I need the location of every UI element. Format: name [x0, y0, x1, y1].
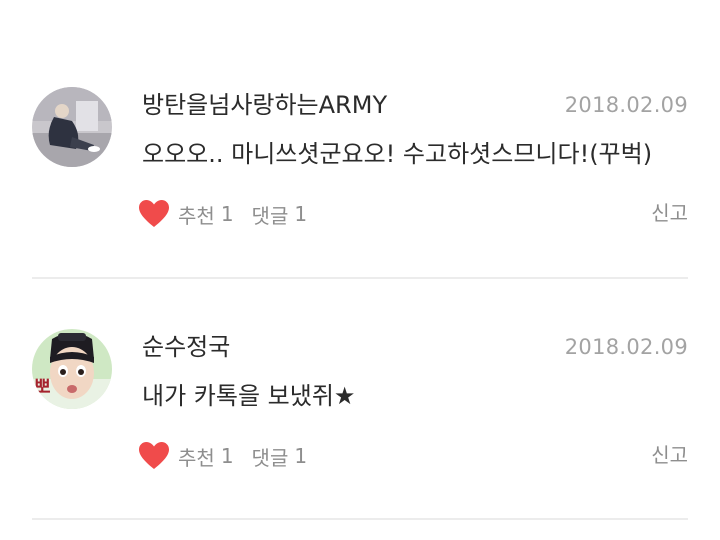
heart-icon[interactable] — [138, 441, 170, 471]
comment-date: 2018.02.09 — [564, 335, 688, 359]
avatar-photo — [32, 87, 112, 167]
comment-date: 2018.02.09 — [564, 93, 688, 117]
divider — [32, 518, 688, 520]
avatar[interactable] — [32, 87, 112, 167]
report-button[interactable]: 신고 — [651, 440, 688, 470]
recommend-label[interactable]: 추천 — [178, 442, 215, 471]
reply-count: 1 — [294, 202, 308, 226]
report-button[interactable]: 신고 — [651, 198, 688, 228]
recommend-count: 1 — [220, 202, 234, 226]
comment-text: 오오오.. 마니쓰셧군요오! 수고하셧스므니다!(꾸벅) — [142, 140, 653, 168]
recommend-count: 1 — [220, 444, 234, 468]
heart-icon[interactable] — [138, 199, 170, 229]
divider — [32, 277, 688, 279]
recommend-label[interactable]: 추천 — [178, 200, 215, 229]
avatar-sticker-text: 뽀 — [34, 377, 51, 398]
reply-label[interactable]: 댓글 — [252, 442, 289, 471]
comment-list: 방탄을넘사랑하는ARMY 2018.02.09 오오오.. 마니쓰셧군요오! 수… — [0, 0, 720, 540]
comment-author[interactable]: 방탄을넘사랑하는ARMY — [142, 90, 387, 120]
comment-text: 내가 카톡을 보냈쥐★ — [142, 382, 356, 410]
comment-author[interactable]: 순수정국 — [142, 332, 230, 362]
comment-actions: 추천 1 댓글 1 — [138, 194, 325, 234]
avatar[interactable]: 뽀 — [32, 329, 112, 409]
reply-label[interactable]: 댓글 — [252, 200, 289, 229]
reply-count: 1 — [294, 444, 308, 468]
comment-actions: 추천 1 댓글 1 — [138, 436, 325, 476]
